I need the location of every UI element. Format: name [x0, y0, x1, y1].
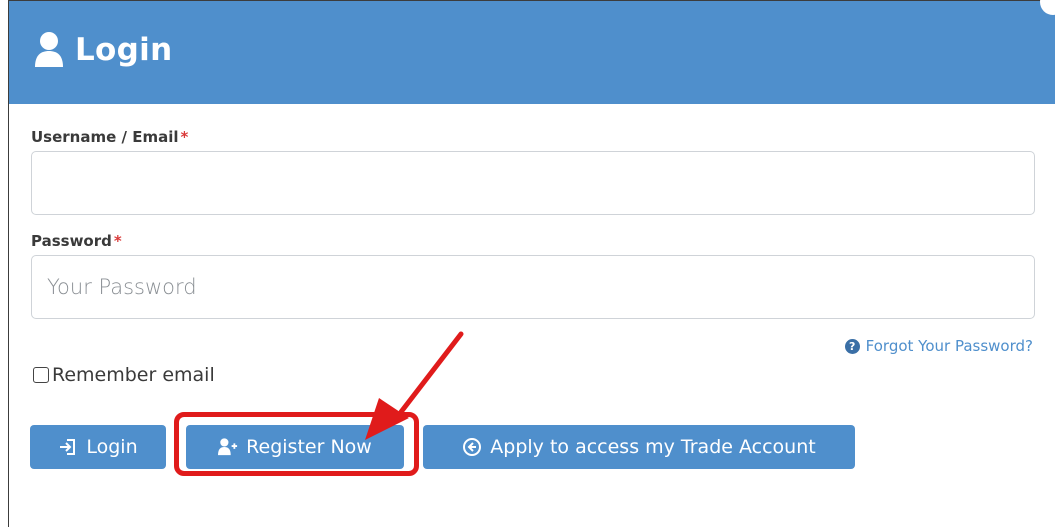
page-title: Login — [75, 32, 173, 68]
login-header: Login — [9, 0, 1055, 104]
corner-decoration — [1040, 0, 1055, 15]
register-now-button[interactable]: Register Now — [186, 425, 404, 469]
username-label-text: Username / Email — [31, 128, 179, 146]
required-mark: * — [113, 232, 122, 250]
question-circle-icon: ? — [844, 338, 860, 354]
header-title: Login — [33, 31, 172, 69]
arrow-circle-icon — [463, 438, 482, 456]
remember-email: Remember email — [33, 364, 215, 386]
user-icon — [35, 32, 63, 67]
username-email-field[interactable] — [31, 151, 1035, 215]
apply-button-label: Apply to access my Trade Account — [490, 436, 816, 458]
forgot-password-link[interactable]: ? Forgot Your Password? — [844, 337, 1033, 355]
required-mark: * — [180, 128, 189, 146]
password-label-text: Password — [31, 232, 112, 250]
password-field[interactable] — [31, 255, 1035, 319]
login-button-label: Login — [86, 436, 138, 458]
login-button[interactable]: Login — [30, 425, 166, 469]
user-plus-icon — [218, 438, 238, 456]
remember-email-checkbox[interactable] — [33, 367, 49, 383]
remember-email-label: Remember email — [52, 364, 215, 386]
password-label: Password * — [31, 232, 122, 250]
register-button-label: Register Now — [246, 436, 372, 458]
forgot-password-text: Forgot Your Password? — [865, 337, 1033, 355]
username-label: Username / Email * — [31, 128, 188, 146]
sign-in-icon — [60, 439, 76, 455]
apply-trade-account-button[interactable]: Apply to access my Trade Account — [423, 425, 855, 469]
login-panel: Login Username / Email * Password * ? Forg… — [8, 0, 1055, 527]
